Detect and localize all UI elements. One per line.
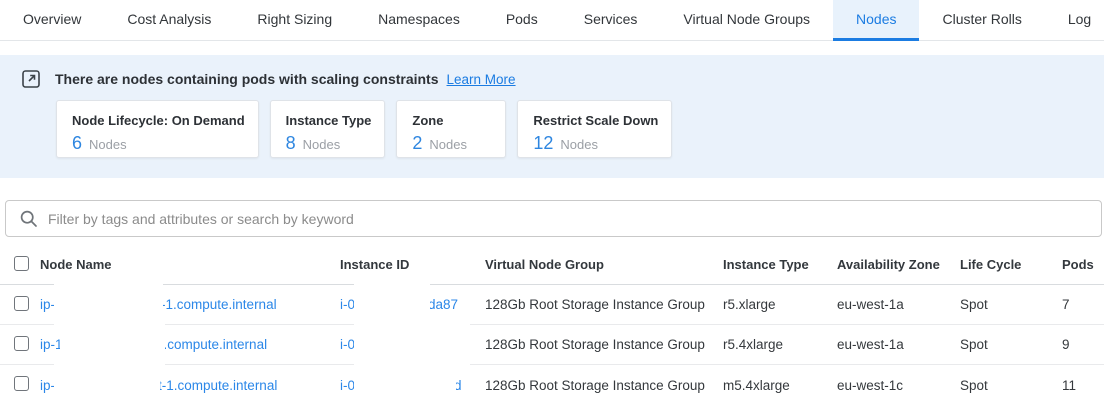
redaction-box [54, 283, 163, 327]
tab-nodes[interactable]: Nodes [833, 0, 919, 41]
instance-id-cell: i-0 [340, 325, 485, 365]
instance-type-cell: r5.4xlarge [723, 325, 837, 365]
card-title: Restrict Scale Down [533, 113, 658, 128]
card-zone[interactable]: Zone 2 Nodes [396, 100, 506, 158]
card-count: 8 [286, 133, 296, 154]
card-title: Zone [412, 113, 492, 128]
table-row[interactable]: ip-1.compute.internal i-0 128Gb Root Sto… [0, 325, 1104, 365]
redaction-box [60, 323, 165, 367]
lifecycle-cell: Spot [960, 325, 1062, 365]
card-value: 12 Nodes [533, 133, 658, 154]
availability-zone-cell: eu-west-1c [837, 365, 960, 404]
tab-virtual-node-groups[interactable]: Virtual Node Groups [660, 0, 833, 41]
tab-cluster-rolls[interactable]: Cluster Rolls [919, 0, 1044, 41]
row-checkbox[interactable] [14, 296, 29, 311]
card-count: 2 [412, 133, 422, 154]
table-row[interactable]: ip-t-1.compute.internal i-0d 128Gb Root … [0, 365, 1104, 404]
banner-message: There are nodes containing pods with sca… [55, 71, 439, 87]
virtual-node-group-cell: 128Gb Root Storage Instance Group [485, 325, 723, 365]
column-header-life-cycle: Life Cycle [960, 245, 1062, 285]
instance-id-cell: i-0da87 [340, 285, 485, 325]
column-header-instance-type: Instance Type [723, 245, 837, 285]
card-value: 6 Nodes [72, 133, 245, 154]
column-header-availability-zone: Availability Zone [837, 245, 960, 285]
banner-message-row: There are nodes containing pods with sca… [0, 68, 1104, 90]
availability-zone-cell: eu-west-1a [837, 285, 960, 325]
tab-cost-analysis[interactable]: Cost Analysis [104, 0, 234, 41]
tab-services[interactable]: Services [561, 0, 661, 41]
card-title: Instance Type [286, 113, 372, 128]
card-unit: Nodes [89, 137, 127, 152]
column-header-pods: Pods [1062, 245, 1104, 285]
virtual-node-group-cell: 128Gb Root Storage Instance Group [485, 365, 723, 404]
card-count: 12 [533, 133, 553, 154]
tab-pods[interactable]: Pods [483, 0, 561, 41]
table-row[interactable]: ip--1.compute.internal i-0da87 128Gb Roo… [0, 285, 1104, 325]
instance-type-cell: r5.xlarge [723, 285, 837, 325]
learn-more-link[interactable]: Learn More [447, 72, 516, 87]
card-count: 6 [72, 133, 82, 154]
card-node-lifecycle[interactable]: Node Lifecycle: On Demand 6 Nodes [56, 100, 259, 158]
lifecycle-cell: Spot [960, 285, 1062, 325]
filter-search-box [5, 200, 1102, 237]
redaction-box [354, 323, 470, 367]
tab-namespaces[interactable]: Namespaces [355, 0, 483, 41]
pods-cell: 7 [1062, 285, 1104, 325]
column-header-instance-id: Instance ID [340, 245, 485, 285]
instance-id-cell: i-0d [340, 365, 485, 404]
node-name-cell: ip-1.compute.internal [40, 325, 340, 365]
card-unit: Nodes [429, 137, 467, 152]
pods-cell: 9 [1062, 325, 1104, 365]
instance-id-link[interactable]: i-0 [340, 337, 355, 352]
select-all-checkbox[interactable] [14, 256, 29, 271]
row-checkbox[interactable] [14, 376, 29, 391]
instance-type-cell: m5.4xlarge [723, 365, 837, 404]
card-unit: Nodes [303, 137, 341, 152]
virtual-node-group-cell: 128Gb Root Storage Instance Group [485, 285, 723, 325]
lifecycle-cell: Spot [960, 365, 1062, 404]
card-instance-type[interactable]: Instance Type 8 Nodes [270, 100, 386, 158]
pods-cell: 11 [1062, 365, 1104, 404]
column-header-node-name: Node Name [40, 245, 340, 285]
constraint-summary-cards: Node Lifecycle: On Demand 6 Nodes Instan… [56, 100, 1104, 158]
card-unit: Nodes [560, 137, 598, 152]
redaction-box [354, 363, 456, 404]
nodes-table: Node Name Instance ID Virtual Node Group… [0, 245, 1104, 404]
tab-overview[interactable]: Overview [0, 0, 104, 41]
tab-log[interactable]: Log [1045, 0, 1104, 41]
node-name-cell: ip--1.compute.internal [40, 285, 340, 325]
redaction-box [354, 283, 430, 327]
scale-up-icon [22, 70, 40, 88]
card-restrict-scale-down[interactable]: Restrict Scale Down 12 Nodes [517, 100, 672, 158]
tab-bar: Overview Cost Analysis Right Sizing Name… [0, 0, 1104, 41]
tab-right-sizing[interactable]: Right Sizing [234, 0, 355, 41]
availability-zone-cell: eu-west-1a [837, 325, 960, 365]
redaction-box [54, 363, 160, 404]
search-input[interactable] [6, 201, 1101, 236]
cluster-nodes-page: Overview Cost Analysis Right Sizing Name… [0, 0, 1104, 404]
search-icon [19, 209, 39, 229]
row-checkbox[interactable] [14, 336, 29, 351]
card-value: 8 Nodes [286, 133, 372, 154]
card-value: 2 Nodes [412, 133, 492, 154]
scaling-constraints-banner: There are nodes containing pods with sca… [0, 55, 1104, 178]
column-header-virtual-node-group: Virtual Node Group [485, 245, 723, 285]
card-title: Node Lifecycle: On Demand [72, 113, 245, 128]
node-name-cell: ip-t-1.compute.internal [40, 365, 340, 404]
table-header-row: Node Name Instance ID Virtual Node Group… [0, 245, 1104, 285]
